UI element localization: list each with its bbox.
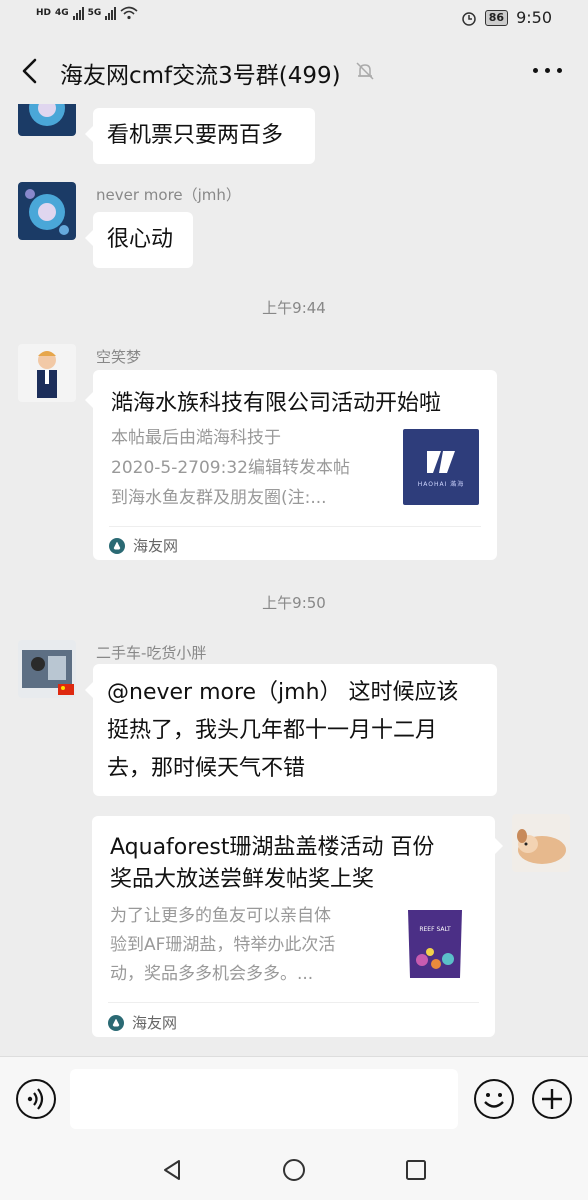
back-arrow-icon[interactable] [18,54,42,88]
source-logo-icon [108,1014,124,1031]
status-bar: HD 4G 5G 86 9:50 [0,0,588,38]
network-indicators: HD 4G 5G [36,6,138,20]
signal-icon [72,6,84,20]
sender-name: never more（jmh） [96,186,241,204]
card-source-label: 海友网 [132,1014,178,1032]
link-card[interactable]: Aquaforest珊湖盐盖楼活动 百份 奖品大放送尝鲜发帖奖上奖 为了让更多的… [92,816,503,1037]
voice-icon[interactable] [16,1079,56,1119]
system-nav-bar [0,1140,588,1200]
nav-home-icon[interactable] [282,1158,306,1182]
thumb-text: REEF SALT [419,926,451,933]
card-desc-line: 验到AF珊湖盐，特举办此次活 [110,935,336,955]
thumb-text: HAOHAI 澔海 [417,481,465,488]
card-desc-line: 2020-5-2709:32编辑转发本帖 [111,458,350,478]
message-text-line: @never more（jmh） 这时候应该 [107,680,459,705]
message-text-line: 挺热了，我头几年都十一月十二月 [107,718,438,743]
message-text: 看机票只要两百多 [107,123,284,148]
message-text: 很心动 [107,227,174,252]
card-desc-line: 动，奖品多多机会多多。... [110,964,314,984]
card-desc-line: 到海水鱼友群及朋友圈(注:... [111,488,327,508]
chat-header: 海友网cmf交流3号群(499) [0,38,588,104]
message-bubble[interactable]: @never more（jmh） 这时候应该 挺热了，我头几年都十一月十二月 去… [85,664,497,796]
card-source: 海友网 [109,535,178,556]
hd-label: HD [36,8,52,18]
message-list[interactable]: 看机票只要两百多 never more（jmh） 很心动 上午9:44 空笑梦 … [0,104,588,1056]
battery-indicator: 86 [484,9,509,26]
card-title: 澔海水族科技有限公司活动开始啦 [111,391,442,416]
card-thumbnail: REEF SALT [400,904,470,982]
emoji-icon[interactable] [474,1079,514,1119]
more-dots-icon[interactable] [533,68,562,73]
4g-label: 4G [55,8,69,18]
timestamp: 上午9:50 [262,594,326,612]
5g-label: 5G [87,8,102,18]
avatar[interactable] [18,344,76,402]
card-desc-line: 为了让更多的鱼友可以亲自体 [110,906,331,926]
message-bubble[interactable]: 很心动 [85,212,193,268]
avatar[interactable] [18,182,76,240]
timestamp: 上午9:44 [262,299,326,317]
avatar[interactable] [18,104,76,136]
sender-name: 二手车-吃货小胖 [96,644,207,662]
nav-back-icon[interactable] [160,1158,184,1182]
message-text-line: 去，那时候天气不错 [107,756,306,781]
message-bubble[interactable]: 看机票只要两百多 [85,108,315,164]
input-bar [0,1056,588,1140]
card-divider [108,1002,479,1003]
chat-title: 海友网cmf交流3号群(499) [60,63,341,89]
card-source-label: 海友网 [133,537,179,555]
message-input[interactable] [70,1069,458,1129]
self-avatar[interactable] [512,814,570,872]
wifi-icon [120,6,138,20]
link-card[interactable]: 澔海水族科技有限公司活动开始啦 本帖最后由澔海科技于 2020-5-2709:3… [85,370,497,560]
avatar[interactable] [18,640,76,698]
card-desc-line: 本帖最后由澔海科技于 [111,428,281,448]
plus-icon[interactable] [532,1079,572,1119]
card-divider [109,526,481,527]
card-title-line: Aquaforest珊湖盐盖楼活动 百份 [110,835,435,860]
card-thumbnail: HAOHAI 澔海 [403,429,479,505]
mute-bell-icon [356,62,374,80]
status-right: 86 9:50 [461,8,552,27]
nav-recents-icon[interactable] [404,1158,428,1182]
signal-icon-2 [105,6,117,20]
clock: 9:50 [516,8,552,27]
alarm-icon [462,11,476,26]
card-title-line: 奖品大放送尝鲜发帖奖上奖 [110,867,375,892]
source-logo-icon [109,537,125,554]
card-source: 海友网 [108,1012,177,1033]
sender-name: 空笑梦 [96,348,142,366]
